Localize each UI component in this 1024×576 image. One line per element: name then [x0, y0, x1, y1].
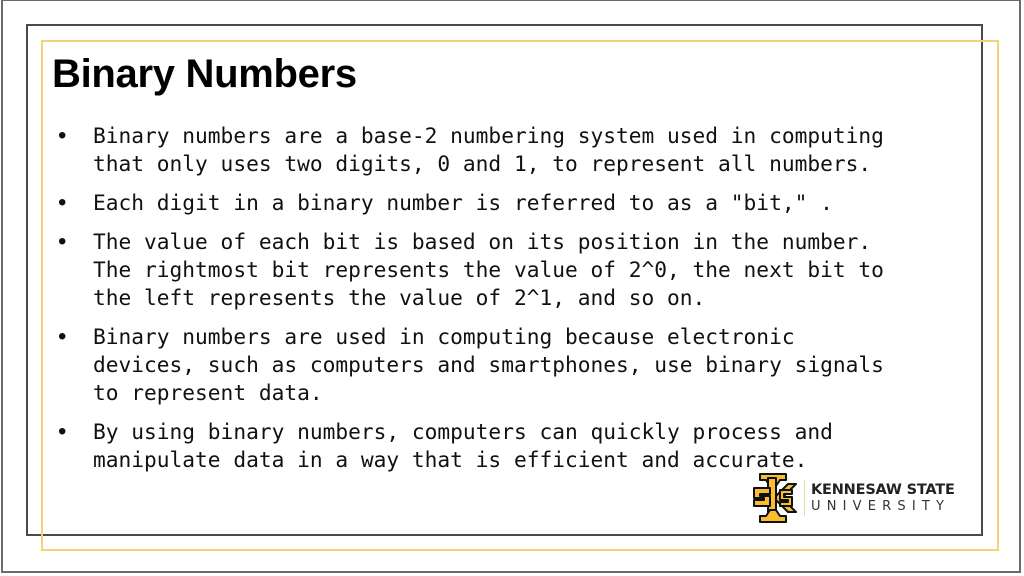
- bullet-item: • The value of each bit is based on its p…: [58, 228, 978, 312]
- bullet-text: By using binary numbers, computers can q…: [93, 419, 833, 472]
- bullet-item: • By using binary numbers, computers can …: [58, 418, 978, 474]
- bullet-text: Binary numbers are a base-2 numbering sy…: [93, 123, 884, 176]
- bullet-item: • Each digit in a binary number is referr…: [58, 189, 978, 217]
- slide-title: Binary Numbers: [52, 52, 357, 96]
- bullet-list: • Binary numbers are a base-2 numbering s…: [58, 122, 978, 485]
- bullet-icon: •: [58, 122, 67, 149]
- bullet-item: • Binary numbers are used in computing be…: [58, 323, 978, 407]
- logo-name-line1: KENNESAW STATE: [811, 481, 955, 498]
- bullet-icon: •: [58, 323, 67, 350]
- bullet-text: The value of each bit is based on its po…: [93, 229, 884, 310]
- logo-wordmark: KENNESAW STATE UNIVERSITY: [811, 482, 955, 515]
- logo-name-line2: UNIVERSITY: [811, 498, 951, 514]
- bullet-text: Binary numbers are used in computing bec…: [93, 324, 884, 405]
- bullet-text: Each digit in a binary number is referre…: [93, 190, 833, 215]
- logo-divider: [804, 480, 805, 516]
- bullet-item: • Binary numbers are a base-2 numbering s…: [58, 122, 978, 178]
- ksu-monogram-icon: [753, 473, 797, 523]
- bullet-icon: •: [58, 189, 67, 216]
- university-logo: KENNESAW STATE UNIVERSITY: [746, 472, 961, 524]
- bullet-icon: •: [58, 228, 67, 255]
- bullet-icon: •: [58, 418, 67, 445]
